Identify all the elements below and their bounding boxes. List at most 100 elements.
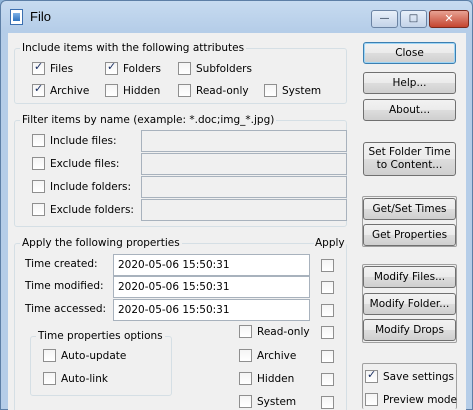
checkbox-readonly[interactable]: Read-only xyxy=(178,84,249,97)
filter-include-folders[interactable]: Include folders: xyxy=(32,180,131,193)
attributes-group-title: Include items with the following attribu… xyxy=(20,42,247,54)
preview-mode-box[interactable] xyxy=(365,393,378,406)
prop-archive-checkbox[interactable]: Archive xyxy=(239,349,296,362)
auto-link-box[interactable] xyxy=(43,372,56,385)
client-area: Include items with the following attribu… xyxy=(8,33,466,410)
checkbox-archive[interactable]: Archive xyxy=(32,82,90,97)
checkbox-system-box[interactable] xyxy=(264,84,277,97)
preview-mode-checkbox[interactable]: Preview mode xyxy=(365,393,457,406)
set-folder-time-line1: Set Folder Time xyxy=(368,146,451,158)
time-accessed-field[interactable]: 2020-05-06 15:50:31 xyxy=(113,299,310,321)
close-window-button[interactable]: ✕ xyxy=(429,10,469,28)
apply-time-created-checkbox[interactable] xyxy=(321,259,334,272)
prop-readonly-checkbox[interactable]: Read-only xyxy=(239,325,310,338)
checkbox-hidden[interactable]: Hidden xyxy=(105,84,160,97)
checkbox-subfolders-label: Subfolders xyxy=(196,62,252,75)
time-accessed-value: 2020-05-06 15:50:31 xyxy=(118,304,230,316)
prop-readonly-label: Read-only xyxy=(257,325,310,338)
apply-column-header: Apply xyxy=(314,237,346,249)
help-button[interactable]: Help... xyxy=(363,72,456,94)
time-modified-field[interactable]: 2020-05-06 15:50:31 xyxy=(113,276,310,298)
filter-include-folders-box[interactable] xyxy=(32,180,45,193)
about-button[interactable]: About... xyxy=(363,99,456,121)
title-bar[interactable]: Filo — □ ✕ xyxy=(1,1,472,33)
auto-update-box[interactable] xyxy=(43,349,56,362)
time-accessed-label: Time accessed: xyxy=(25,303,107,315)
time-options-group-title: Time properties options xyxy=(36,330,165,342)
minimize-button[interactable]: — xyxy=(371,10,398,28)
checkbox-folders[interactable]: Folders xyxy=(105,60,161,75)
set-folder-time-line2: to Content... xyxy=(376,159,443,171)
save-settings-checkbox[interactable]: Save settings xyxy=(365,368,454,383)
properties-group-title: Apply the following properties xyxy=(20,237,182,249)
apply-hidden-checkbox[interactable] xyxy=(321,373,334,386)
apply-readonly-checkbox[interactable] xyxy=(321,326,334,339)
time-created-field[interactable]: 2020-05-06 15:50:31 xyxy=(113,254,310,276)
filter-exclude-folders-box[interactable] xyxy=(32,203,45,216)
close-button[interactable]: Close xyxy=(363,42,456,64)
prop-readonly-box[interactable] xyxy=(239,325,252,338)
checkbox-files-label: Files xyxy=(50,62,74,75)
checkbox-files-box[interactable] xyxy=(32,60,45,75)
apply-archive-checkbox[interactable] xyxy=(321,350,334,363)
apply-system-checkbox[interactable] xyxy=(321,396,334,409)
checkbox-system[interactable]: System xyxy=(264,84,321,97)
checkbox-readonly-box[interactable] xyxy=(178,84,191,97)
prop-system-checkbox[interactable]: System xyxy=(239,395,296,408)
filter-include-files-box[interactable] xyxy=(32,134,45,147)
filter-include-files[interactable]: Include files: xyxy=(32,134,117,147)
auto-link-checkbox[interactable]: Auto-link xyxy=(43,372,108,385)
prop-hidden-checkbox[interactable]: Hidden xyxy=(239,372,294,385)
checkbox-folders-box[interactable] xyxy=(105,60,118,75)
app-icon xyxy=(10,9,23,25)
apply-time-accessed-checkbox[interactable] xyxy=(321,304,334,317)
get-set-times-button[interactable]: Get/Set Times xyxy=(363,198,456,220)
set-folder-time-button[interactable]: Set Folder Time to Content... xyxy=(363,142,456,176)
filo-window: Filo — □ ✕ Include items with the follow… xyxy=(0,0,473,410)
save-settings-label: Save settings xyxy=(383,370,454,383)
time-modified-label: Time modified: xyxy=(25,280,104,292)
checkbox-archive-label: Archive xyxy=(50,84,90,97)
modify-drops-button[interactable]: Modify Drops xyxy=(363,319,456,341)
checkbox-subfolders-box[interactable] xyxy=(178,62,191,75)
prop-archive-label: Archive xyxy=(257,349,297,362)
checkbox-hidden-box[interactable] xyxy=(105,84,118,97)
filter-include-files-label: Include files: xyxy=(50,134,117,147)
modify-files-button[interactable]: Modify Files... xyxy=(363,266,456,288)
maximize-button[interactable]: □ xyxy=(400,10,427,28)
prop-system-box[interactable] xyxy=(239,395,252,408)
prop-hidden-box[interactable] xyxy=(239,372,252,385)
filter-exclude-files-box[interactable] xyxy=(32,157,45,170)
get-properties-button[interactable]: Get Properties xyxy=(363,224,456,246)
filter-exclude-folders-label: Exclude folders: xyxy=(50,203,134,216)
checkbox-folders-label: Folders xyxy=(123,62,161,75)
exclude-files-field[interactable] xyxy=(141,153,347,175)
modify-folder-button[interactable]: Modify Folder... xyxy=(363,293,456,315)
checkbox-archive-box[interactable] xyxy=(32,82,45,97)
filter-group-title: Filter items by name (example: *.doc;img… xyxy=(20,114,277,126)
time-modified-value: 2020-05-06 15:50:31 xyxy=(118,281,230,293)
checkbox-files[interactable]: Files xyxy=(32,60,74,75)
auto-link-label: Auto-link xyxy=(61,372,108,385)
filter-exclude-files-label: Exclude files: xyxy=(50,157,120,170)
time-created-label: Time created: xyxy=(25,258,98,270)
checkbox-hidden-label: Hidden xyxy=(123,84,161,97)
prop-archive-box[interactable] xyxy=(239,349,252,362)
exclude-folders-field[interactable] xyxy=(141,199,347,221)
checkbox-readonly-label: Read-only xyxy=(196,84,249,97)
prop-system-label: System xyxy=(257,395,297,408)
prop-hidden-label: Hidden xyxy=(257,372,295,385)
save-settings-box[interactable] xyxy=(365,368,378,383)
checkbox-subfolders[interactable]: Subfolders xyxy=(178,62,252,75)
auto-update-label: Auto-update xyxy=(61,349,127,362)
filter-exclude-folders[interactable]: Exclude folders: xyxy=(32,203,134,216)
include-files-field[interactable] xyxy=(141,130,347,152)
time-created-value: 2020-05-06 15:50:31 xyxy=(118,259,230,271)
apply-time-modified-checkbox[interactable] xyxy=(321,281,334,294)
window-title: Filo xyxy=(30,9,51,24)
filter-exclude-files[interactable]: Exclude files: xyxy=(32,157,119,170)
auto-update-checkbox[interactable]: Auto-update xyxy=(43,349,126,362)
preview-mode-label: Preview mode xyxy=(383,393,457,406)
include-folders-field[interactable] xyxy=(141,176,347,198)
checkbox-system-label: System xyxy=(282,84,322,97)
